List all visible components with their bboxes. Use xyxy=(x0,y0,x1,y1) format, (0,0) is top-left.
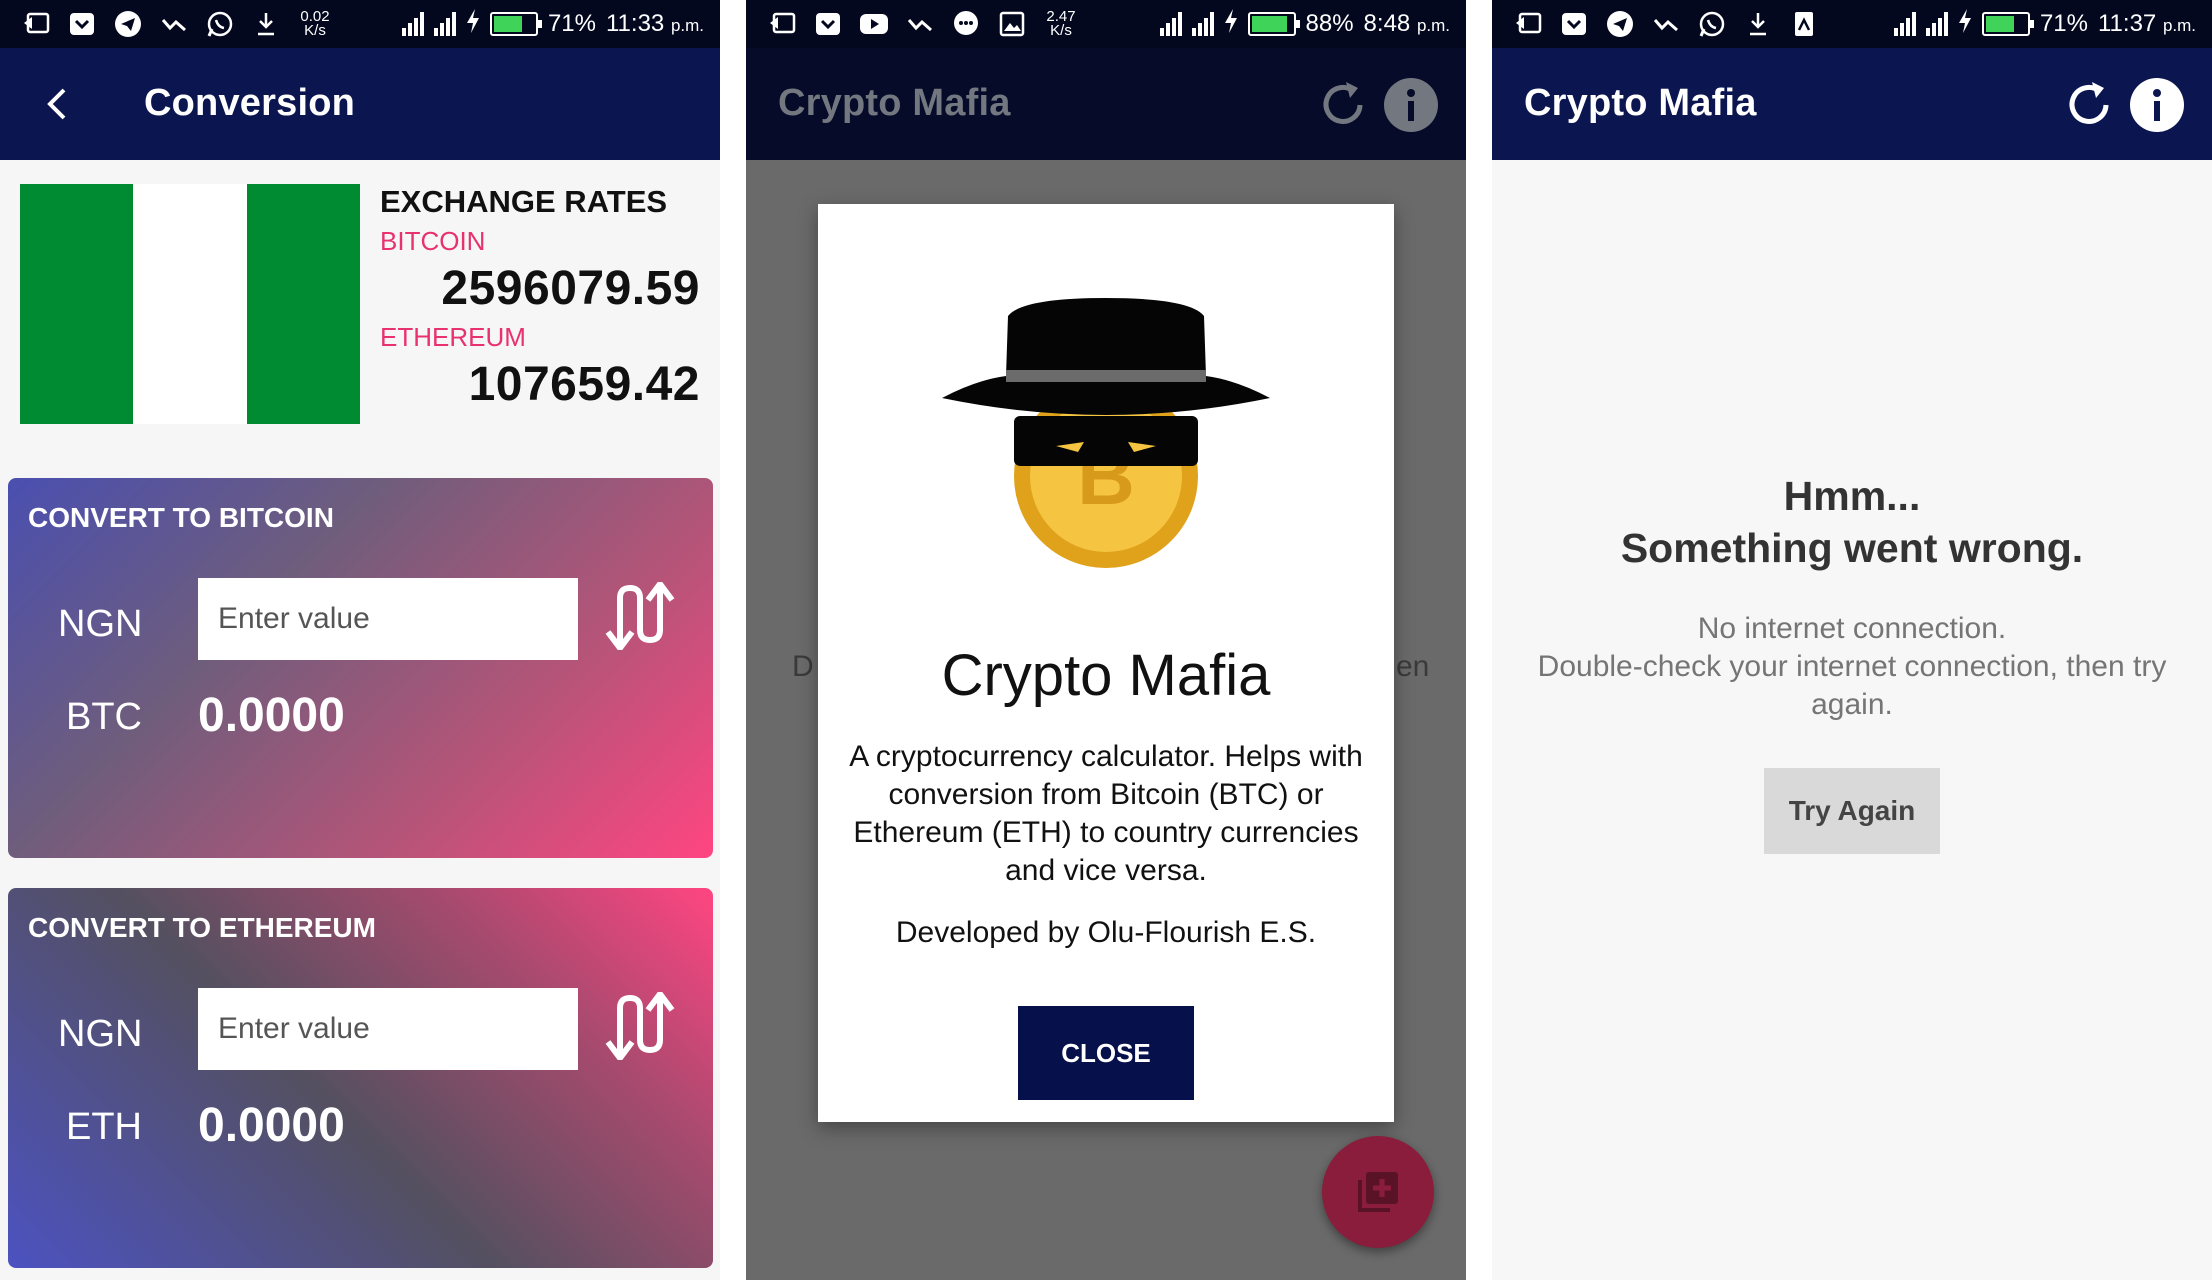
try-again-button[interactable]: Try Again xyxy=(1764,768,1940,854)
telegram-icon xyxy=(112,8,144,40)
ngn-value-input[interactable] xyxy=(198,988,578,1070)
error-message: No internet connection. Double-check you… xyxy=(1537,612,2167,721)
battery-icon xyxy=(1981,12,2034,36)
page-title: Conversion xyxy=(144,82,356,124)
signal-hplus-icon xyxy=(1191,12,1214,36)
exchange-rates: EXCHANGE RATES BITCOIN 2596079.59 ETHERE… xyxy=(380,184,700,412)
dialog-title: Crypto Mafia xyxy=(941,643,1271,708)
storage-icon xyxy=(1788,8,1820,40)
status-right: 71% 11:37 p.m. xyxy=(1893,8,2196,40)
app-bar: Crypto Mafia xyxy=(746,48,1466,160)
gallery-icon xyxy=(996,8,1028,40)
error-screen: 71% 11:37 p.m. Crypto Mafia Hmm... Somet… xyxy=(1492,0,2212,1280)
screen-mirror-icon xyxy=(766,8,798,40)
developer-credit: Developed by Olu-Flourish E.S. xyxy=(895,916,1317,949)
error-title-line1: Hmm... xyxy=(1783,473,1921,519)
network-speed: 2.47 K/s xyxy=(1046,8,1076,39)
swap-icon[interactable] xyxy=(604,582,688,650)
ethereum-label: ETHEREUM xyxy=(380,322,526,352)
signal-icon-2 xyxy=(1925,12,1948,36)
pocket-icon xyxy=(66,8,98,40)
from-currency: NGN xyxy=(58,603,143,645)
app-bar: Conversion xyxy=(0,48,720,160)
charging-icon xyxy=(466,8,480,40)
battery-icon xyxy=(489,12,542,36)
from-currency: NGN xyxy=(58,1013,143,1055)
bitcoin-label: BITCOIN xyxy=(380,226,486,256)
signal-icon xyxy=(401,12,424,36)
check-icon xyxy=(158,8,190,40)
ngn-value-input[interactable] xyxy=(198,578,578,660)
convert-to-bitcoin-card: CONVERT TO BITCOIN NGN BTC 0.0000 xyxy=(8,478,713,858)
status-bar: 2.47 K/s 88% 8:48 p.m. xyxy=(746,0,1466,48)
clock: 8:48 p.m. xyxy=(1363,10,1450,37)
notification-icons: 0.02 K/s xyxy=(20,8,334,40)
conversion-result: 0.0000 xyxy=(198,1099,345,1152)
card-title: CONVERT TO BITCOIN xyxy=(28,502,334,533)
notification-icons xyxy=(1512,8,1820,40)
network-speed: 0.02 K/s xyxy=(300,8,330,39)
close-button[interactable]: CLOSE xyxy=(1018,1006,1194,1100)
battery-icon xyxy=(1247,12,1300,36)
signal-icon xyxy=(1893,12,1916,36)
message-icon xyxy=(950,8,982,40)
conversion-screen: 0.02 K/s 71% 11:33 p.m. Conversion EXCHA… xyxy=(0,0,720,1280)
to-currency: BTC xyxy=(66,696,142,738)
error-title-line2: Something went wrong. xyxy=(1620,525,2084,571)
status-right: 71% 11:33 p.m. xyxy=(401,8,704,40)
background-text: D xyxy=(792,650,814,683)
download-icon xyxy=(250,8,282,40)
crypto-mafia-logo: B xyxy=(942,298,1270,568)
battery-percent: 88% xyxy=(1305,10,1354,37)
ethereum-rate: 107659.42 xyxy=(468,358,700,411)
to-currency: ETH xyxy=(66,1106,142,1148)
battery-percent: 71% xyxy=(547,10,596,37)
conversion-result: 0.0000 xyxy=(198,689,345,742)
refresh-icon[interactable] xyxy=(2062,78,2116,132)
app-bar: Crypto Mafia xyxy=(1492,48,2212,160)
signal-icon xyxy=(1159,12,1182,36)
dialog-description: A cryptocurrency calculator. Helps with … xyxy=(849,740,1363,887)
add-to-queue-icon xyxy=(1358,1172,1398,1212)
error-title: Hmm... Something went wrong. xyxy=(1492,470,2212,574)
download-icon xyxy=(1742,8,1774,40)
pocket-icon xyxy=(1558,8,1590,40)
clock: 11:33 p.m. xyxy=(605,10,704,37)
about-dialog: B Crypto Mafia A cryptocurrency calculat… xyxy=(818,204,1394,1122)
info-icon[interactable] xyxy=(2128,76,2186,134)
about-screen: 2.47 K/s 88% 8:48 p.m. Crypto Mafia D en… xyxy=(746,0,1466,1280)
back-arrow-icon[interactable] xyxy=(40,86,76,122)
screen-mirror-icon xyxy=(1512,8,1544,40)
battery-percent: 71% xyxy=(2039,10,2088,37)
status-bar: 0.02 K/s 71% 11:33 p.m. xyxy=(0,0,720,48)
swap-icon[interactable] xyxy=(604,992,688,1060)
screen-mirror-icon xyxy=(20,8,52,40)
signal-hplus-icon xyxy=(433,12,456,36)
app-title: Crypto Mafia xyxy=(1524,82,1757,124)
card-title: CONVERT TO ETHEREUM xyxy=(28,912,376,943)
youtube-icon xyxy=(858,8,890,40)
refresh-icon[interactable] xyxy=(1316,78,1370,132)
add-fab-button[interactable] xyxy=(1322,1136,1434,1248)
bitcoin-rate: 2596079.59 xyxy=(441,262,700,315)
whatsapp-icon xyxy=(204,8,236,40)
check-icon xyxy=(904,8,936,40)
nigeria-flag xyxy=(20,184,360,424)
exchange-rates-title: EXCHANGE RATES xyxy=(380,184,668,219)
info-icon[interactable] xyxy=(1382,76,1440,134)
status-right: 88% 8:48 p.m. xyxy=(1159,8,1450,40)
background-text: en xyxy=(1396,650,1430,683)
clock: 11:37 p.m. xyxy=(2097,10,2196,37)
charging-icon xyxy=(1224,8,1238,40)
status-bar: 71% 11:37 p.m. xyxy=(1492,0,2212,48)
whatsapp-icon xyxy=(1696,8,1728,40)
app-title: Crypto Mafia xyxy=(778,82,1011,124)
check-icon xyxy=(1650,8,1682,40)
convert-to-ethereum-card: CONVERT TO ETHEREUM NGN ETH 0.0000 xyxy=(8,888,713,1268)
pocket-icon xyxy=(812,8,844,40)
charging-icon xyxy=(1958,8,1972,40)
notification-icons: 2.47 K/s xyxy=(766,8,1080,40)
telegram-icon xyxy=(1604,8,1636,40)
